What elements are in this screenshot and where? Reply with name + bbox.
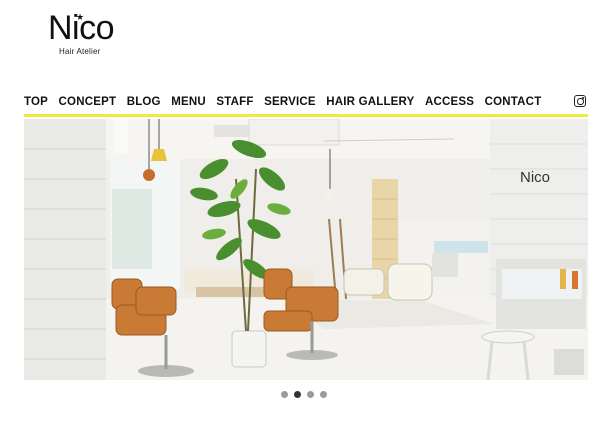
nav-item-top[interactable]: TOP [24, 94, 48, 110]
main-nav: TOP CONCEPT BLOG MENU STAFF SERVICE HAIR… [24, 94, 552, 110]
slide-dot-2[interactable] [294, 391, 301, 398]
salon-interior-photo: Nico [24, 119, 588, 380]
nav-item-access[interactable]: ACCESS [425, 94, 474, 110]
wall-sign-text: Nico [520, 169, 550, 186]
slide-dot-3[interactable] [307, 391, 314, 398]
logo-subtitle: Hair Atelier [59, 47, 101, 56]
nav-item-blog[interactable]: BLOG [127, 94, 161, 110]
slide-dot-1[interactable] [281, 391, 288, 398]
nav-item-menu[interactable]: MENU [171, 94, 206, 110]
logo-star-icon: ★ [76, 12, 85, 22]
hero-slideshow[interactable]: Nico [24, 119, 588, 380]
nav-item-concept[interactable]: CONCEPT [59, 94, 117, 110]
nav-item-staff[interactable]: STAFF [216, 94, 253, 110]
nav-underline [24, 114, 588, 117]
slide-dot-4[interactable] [320, 391, 327, 398]
nav-item-contact[interactable]: CONTACT [485, 94, 542, 110]
site-logo[interactable]: Nico ★ Hair Atelier [48, 8, 128, 58]
nav-item-service[interactable]: SERVICE [264, 94, 316, 110]
slide-pagination [281, 391, 333, 399]
nav-item-hair-gallery[interactable]: HAIR GALLERY [326, 94, 414, 110]
instagram-icon[interactable] [574, 95, 586, 107]
